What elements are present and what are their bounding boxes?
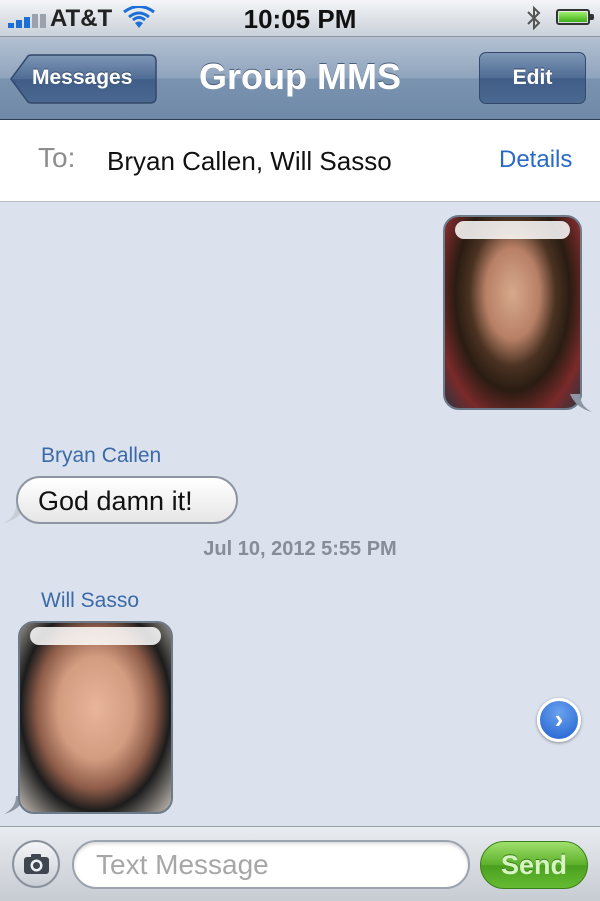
recipient-names: Bryan Callen, Will Sasso: [107, 146, 392, 176]
incoming-text-message[interactable]: God damn it!: [16, 476, 238, 524]
bubble-tail: [570, 394, 592, 412]
battery-icon: [556, 9, 594, 25]
details-link[interactable]: Details: [499, 146, 572, 174]
bubble-gloss: [30, 627, 161, 645]
edit-button[interactable]: Edit: [479, 52, 586, 104]
camera-icon: [24, 854, 49, 874]
navigation-bar: Messages Group MMS Edit: [0, 37, 600, 120]
outgoing-photo-message[interactable]: [443, 215, 582, 410]
message-timestamp: Jul 10, 2012 5:55 PM: [203, 538, 397, 560]
sender-name: Bryan Callen: [41, 444, 162, 467]
status-bar: AT&T 10:05 PM: [0, 0, 600, 37]
bubble-gloss: [455, 221, 570, 239]
camera-button[interactable]: [12, 840, 60, 888]
status-time: 10:05 PM: [243, 4, 357, 34]
recipients-bar: To: Bryan Callen, Will Sasso Details: [0, 120, 600, 202]
incoming-photo-message[interactable]: [18, 621, 173, 814]
to-label: To:: [38, 142, 76, 173]
bluetooth-icon: [527, 5, 541, 31]
sender-name: Will Sasso: [41, 589, 140, 612]
message-input-field[interactable]: [72, 840, 470, 889]
send-button[interactable]: Send: [480, 841, 588, 889]
message-text: God damn it!: [38, 486, 193, 516]
message-input[interactable]: [96, 846, 446, 883]
chevron-right-icon[interactable]: ›: [537, 698, 581, 742]
compose-bar: Send: [0, 826, 600, 901]
